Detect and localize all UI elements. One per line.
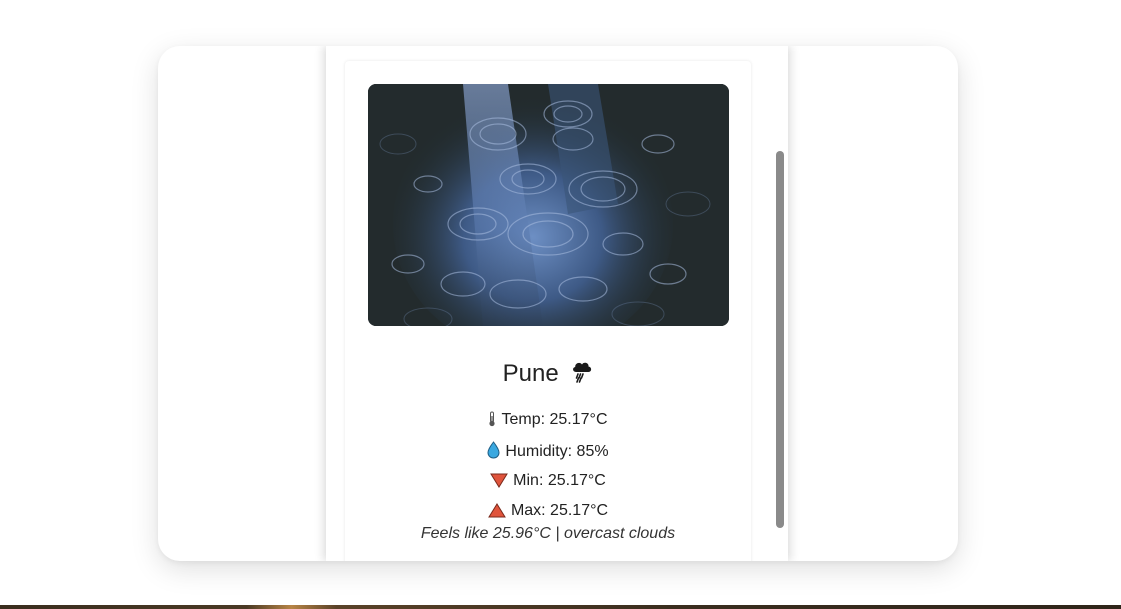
droplet-icon [487, 441, 500, 464]
humidity-row: Humidity: 85% [345, 441, 751, 464]
city-heading: Pune [345, 359, 751, 390]
cloud-rain-icon [571, 359, 593, 390]
max-label: Max: 25.17°C [510, 502, 609, 519]
min-label: Min: 25.17°C [513, 472, 606, 489]
temp-label: Temp: 25.17°C [501, 411, 608, 428]
weather-card: Pune Temp: 25.17°C Humidity: 85% Min: 25… [345, 61, 751, 561]
scrollbar-thumb[interactable] [776, 151, 784, 528]
down-triangle-icon [490, 473, 509, 493]
city-name: Pune [502, 360, 559, 387]
page: Pune Temp: 25.17°C Humidity: 85% Min: 25… [0, 0, 1121, 609]
bottom-edge-strip [0, 605, 1121, 609]
app-window: Pune Temp: 25.17°C Humidity: 85% Min: 25… [158, 46, 958, 561]
thermometer-icon [488, 411, 496, 432]
min-row: Min: 25.17°C [345, 472, 751, 493]
up-triangle-icon [488, 503, 506, 523]
humidity-label: Humidity: 85% [505, 443, 609, 460]
weather-photo [368, 84, 729, 326]
feels-like-text: Feels like 25.96°C | overcast clouds [420, 525, 676, 542]
max-row: Max: 25.17°C [345, 502, 751, 523]
temp-row: Temp: 25.17°C [345, 411, 751, 432]
scroll-panel[interactable]: Pune Temp: 25.17°C Humidity: 85% Min: 25… [326, 46, 788, 561]
scrollbar[interactable] [774, 46, 786, 561]
